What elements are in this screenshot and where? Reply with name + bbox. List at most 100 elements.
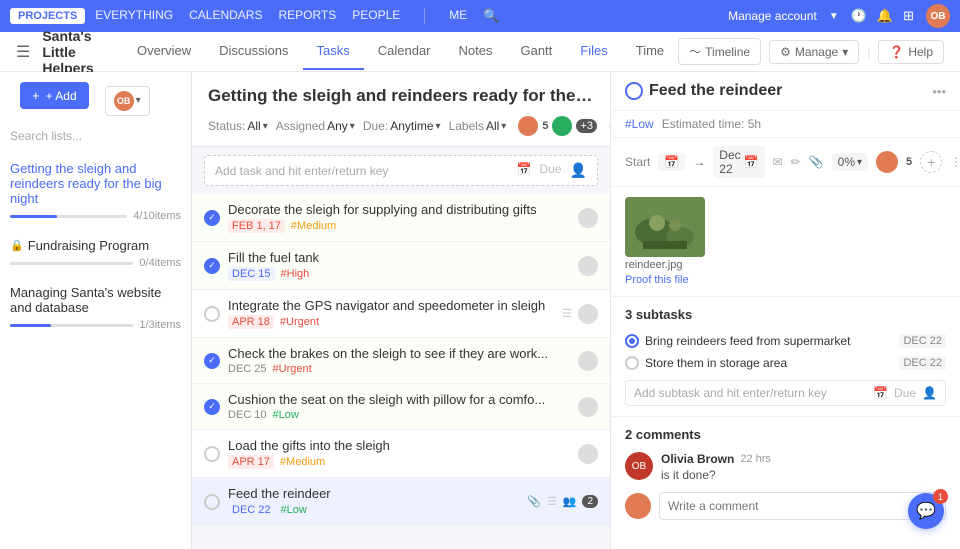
clock-icon[interactable]: 🕐 (851, 8, 867, 24)
task-filters: Status: All ▾ Assigned Any ▾ Due: Anytim… (208, 116, 594, 136)
proof-link[interactable]: Proof this file (625, 274, 689, 286)
detail-task-checkbox[interactable] (625, 82, 643, 100)
add-assignee-button[interactable]: + (920, 151, 942, 173)
top-nav-icons: 🕐 🔔 ⊞ (851, 8, 914, 24)
detail-subtasks: 3 subtasks Bring reindeers feed from sup… (611, 296, 960, 416)
chevron-percent: ▾ (857, 157, 862, 168)
filter-status[interactable]: Status: All ▾ (208, 119, 268, 133)
task-checkbox-7[interactable] (204, 494, 220, 510)
filter-labels[interactable]: Labels All ▾ (449, 119, 507, 133)
task-meta-6: APR 17 #Medium (228, 455, 570, 469)
detail-more-icon[interactable]: ••• (932, 84, 946, 99)
sidebar-item-list-2[interactable]: 🔒 Fundraising Program 0/4items (0, 230, 191, 277)
nav-me[interactable]: ME (449, 8, 467, 24)
task-item[interactable]: ✓ Check the brakes on the sleigh to see … (192, 338, 610, 384)
subtask-item-1[interactable]: Bring reindeers feed from supermarket DE… (625, 330, 946, 352)
nav-tabs: Overview Discussions Tasks Calendar Note… (123, 33, 678, 70)
chat-badge: 1 (933, 489, 948, 504)
detail-start-row: Start 📅 → Dec 22 📅 ✉ ✏ 📎 0% (611, 138, 960, 187)
percent-chip[interactable]: 0% ▾ (832, 153, 868, 171)
chevron-assigned: ▾ (350, 121, 355, 132)
filter-assigned[interactable]: Assigned Any ▾ (276, 119, 355, 133)
user-avatar[interactable]: OB (926, 4, 950, 28)
tab-calendar[interactable]: Calendar (364, 33, 445, 70)
avatar-dropdown[interactable]: OB ▾ (105, 86, 150, 116)
tab-overview[interactable]: Overview (123, 33, 205, 70)
subtask-checkbox-1[interactable] (625, 334, 639, 348)
task-item[interactable]: ✓ Decorate the sleigh for supplying and … (192, 194, 610, 242)
bell-icon[interactable]: 🔔 (877, 8, 893, 24)
attach-icon-2[interactable]: 📎 (809, 155, 824, 169)
detail-kebab[interactable]: ⋮ (950, 155, 960, 169)
start-date-chip[interactable]: 📅 (658, 153, 685, 171)
comment-input-avatar (625, 493, 651, 519)
task-right-3: ☰ (562, 304, 598, 324)
tab-tasks[interactable]: Tasks (303, 33, 364, 70)
chevron-down-icon: ▼ (829, 11, 839, 22)
detail-avatar-1 (876, 151, 898, 173)
tab-notes[interactable]: Notes (445, 33, 507, 70)
tab-files[interactable]: Files (566, 33, 621, 70)
top-nav: PROJECTS EVERYTHING CALENDARS REPORTS PE… (0, 0, 960, 32)
nav-search-icon[interactable]: 🔍 (483, 8, 499, 24)
sidebar-toggle[interactable]: ☰ (16, 42, 30, 62)
main-layout: + + Add OB ▾ Search lists... Getting the… (0, 72, 960, 549)
task-checkbox-6[interactable] (204, 446, 220, 462)
comments-title: 2 comments (625, 427, 946, 442)
comment-icon[interactable]: ✉ (773, 155, 783, 169)
task-checkbox-4[interactable]: ✓ (204, 353, 220, 369)
task-info-4: Check the brakes on the sleigh to see if… (228, 346, 570, 375)
projects-label[interactable]: PROJECTS (10, 8, 85, 24)
task-item[interactable]: Feed the reindeer DEC 22 #Low 📎 ☰ 👥 2 (192, 478, 610, 526)
task-checkbox-2[interactable]: ✓ (204, 258, 220, 274)
manage-account[interactable]: Manage account (728, 9, 817, 23)
subtask-checkbox-2[interactable] (625, 356, 639, 370)
grid-icon[interactable]: ⊞ (903, 8, 914, 24)
nav-calendars[interactable]: CALENDARS (189, 8, 262, 24)
add-subtask-row[interactable]: Add subtask and hit enter/return key 📅 D… (625, 380, 946, 406)
task-info-3: Integrate the GPS navigator and speedome… (228, 298, 554, 329)
task-item[interactable]: ✓ Cushion the seat on the sleigh with pi… (192, 384, 610, 430)
calendar-icon-2: 📅 (744, 155, 759, 169)
chat-button[interactable]: 💬 1 (908, 493, 944, 529)
nav-people[interactable]: PEOPLE (352, 8, 400, 24)
search-lists[interactable]: Search lists... (10, 129, 181, 143)
end-date-chip[interactable]: Dec 22 📅 (713, 146, 764, 178)
nav-everything[interactable]: EVERYTHING (95, 8, 173, 24)
task-item[interactable]: ✓ Fill the fuel tank DEC 15 #High (192, 242, 610, 290)
detail-filename: reindeer.jpg (625, 259, 683, 271)
help-button[interactable]: ❓ Help (878, 40, 944, 64)
task-info-6: Load the gifts into the sleigh APR 17 #M… (228, 438, 570, 469)
tab-gantt[interactable]: Gantt (506, 33, 566, 70)
manage-button[interactable]: ⚙ Manage ▾ (769, 40, 859, 64)
top-nav-right: Manage account ▼ 🕐 🔔 ⊞ OB (728, 4, 950, 28)
list-progress-2: 0/4items (10, 257, 181, 269)
comment-header-1: Olivia Brown 22 hrs (661, 452, 946, 466)
add-task-row[interactable]: Add task and hit enter/return key 📅 Due … (204, 155, 598, 186)
comment-body-1: Olivia Brown 22 hrs is it done? (661, 452, 946, 482)
tab-time[interactable]: Time (622, 33, 678, 70)
comment-input[interactable] (659, 492, 946, 520)
filter-due[interactable]: Due: Anytime ▾ (363, 119, 441, 133)
nav-reports[interactable]: REPORTS (278, 8, 336, 24)
calendar-icon-3: 📅 (873, 386, 888, 400)
tab-discussions[interactable]: Discussions (205, 33, 302, 70)
list-name-1: Getting the sleigh and reindeers ready f… (10, 161, 181, 206)
avatar-chevron: ▾ (136, 95, 141, 106)
task-item[interactable]: Integrate the GPS navigator and speedome… (192, 290, 610, 338)
avatar-small: OB (114, 91, 134, 111)
task-checkbox-5[interactable]: ✓ (204, 399, 220, 415)
task-right-2 (578, 256, 598, 276)
sidebar-item-list-1[interactable]: Getting the sleigh and reindeers ready f… (0, 153, 191, 230)
subtask-item-2[interactable]: Store them in storage area DEC 22 (625, 352, 946, 374)
task-checkbox-1[interactable]: ✓ (204, 210, 220, 226)
task-item[interactable]: Load the gifts into the sleigh APR 17 #M… (192, 430, 610, 478)
add-button[interactable]: + + Add (20, 82, 89, 109)
sidebar-item-list-3[interactable]: Managing Santa's website and database 1/… (0, 277, 191, 339)
pencil-icon[interactable]: ✏ (791, 155, 801, 169)
task-checkbox-3[interactable] (204, 306, 220, 322)
timeline-button[interactable]: 〜 Timeline (678, 38, 761, 65)
comment-input-row (625, 492, 946, 520)
task-right-5 (578, 397, 598, 417)
calendar-icon: 📅 (664, 155, 679, 169)
